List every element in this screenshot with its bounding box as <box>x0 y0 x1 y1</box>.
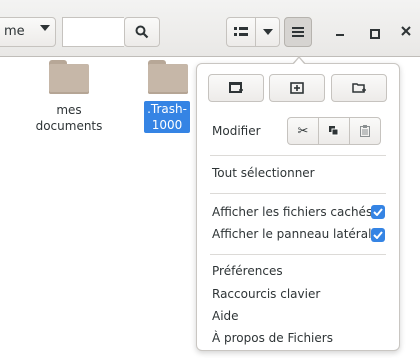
view-mode-button[interactable] <box>226 17 256 47</box>
copy-icon <box>329 126 339 136</box>
close-button[interactable] <box>396 24 416 42</box>
edit-label: Modifier <box>212 124 261 138</box>
file-label-mes-documents[interactable]: mes documents <box>30 102 108 134</box>
file-label-trash[interactable]: .Trash- 1000 <box>144 101 190 133</box>
menu-item-select-all[interactable]: Tout sélectionner <box>212 166 315 180</box>
checkmark-icon <box>373 231 383 239</box>
maximize-button[interactable] <box>364 24 384 42</box>
search-icon <box>135 25 149 39</box>
sort-combo-label: me <box>4 24 25 39</box>
main-menu-button[interactable] <box>284 17 312 47</box>
menu-item-shortcuts[interactable]: Raccourcis clavier <box>212 287 320 301</box>
menu-item-about[interactable]: À propos de Fichiers <box>212 331 333 345</box>
hamburger-menu-icon <box>292 27 304 37</box>
copy-button[interactable] <box>318 117 350 145</box>
menu-item-preferences[interactable]: Préférences <box>212 264 283 278</box>
paste-button[interactable] <box>349 117 381 145</box>
menu-separator <box>210 254 386 255</box>
minimize-icon <box>336 34 344 36</box>
folder-icon[interactable] <box>49 60 89 94</box>
close-icon <box>401 26 411 36</box>
show-sidebar-checkbox[interactable] <box>371 228 385 242</box>
file-label-line1: .Trash- <box>147 102 187 116</box>
file-label-line2: documents <box>35 119 103 133</box>
new-window-icon <box>229 82 243 94</box>
chevron-down-icon <box>262 29 273 35</box>
file-label-line1: mes <box>56 103 82 117</box>
menu-separator <box>210 193 386 194</box>
new-folder-button[interactable] <box>331 74 387 102</box>
cut-button[interactable]: ✂ <box>287 117 319 145</box>
list-view-icon <box>234 26 248 38</box>
minimize-button[interactable] <box>330 24 350 42</box>
checkmark-icon <box>373 208 383 216</box>
popover-arrow-inner <box>293 58 305 65</box>
chevron-down-icon <box>40 25 50 31</box>
new-window-button[interactable] <box>208 74 264 102</box>
folder-icon[interactable] <box>148 60 188 94</box>
new-tab-icon <box>290 82 304 94</box>
menu-item-help[interactable]: Aide <box>212 309 239 323</box>
menu-item-show-hidden[interactable]: Afficher les fichiers cachés <box>212 205 372 219</box>
header-bar: me <box>0 0 420 57</box>
search-button[interactable] <box>124 17 160 47</box>
show-hidden-checkbox[interactable] <box>371 205 385 219</box>
cut-icon: ✂ <box>297 123 309 139</box>
file-label-line2: 1000 <box>151 118 183 132</box>
paste-icon <box>360 125 370 137</box>
maximize-icon <box>370 29 380 39</box>
menu-separator <box>210 155 386 156</box>
search-input[interactable] <box>62 17 124 47</box>
menu-item-show-sidebar[interactable]: Afficher le panneau latéral <box>212 227 371 241</box>
view-options-button[interactable] <box>255 17 280 47</box>
new-folder-icon <box>352 82 366 94</box>
new-tab-button[interactable] <box>269 74 325 102</box>
